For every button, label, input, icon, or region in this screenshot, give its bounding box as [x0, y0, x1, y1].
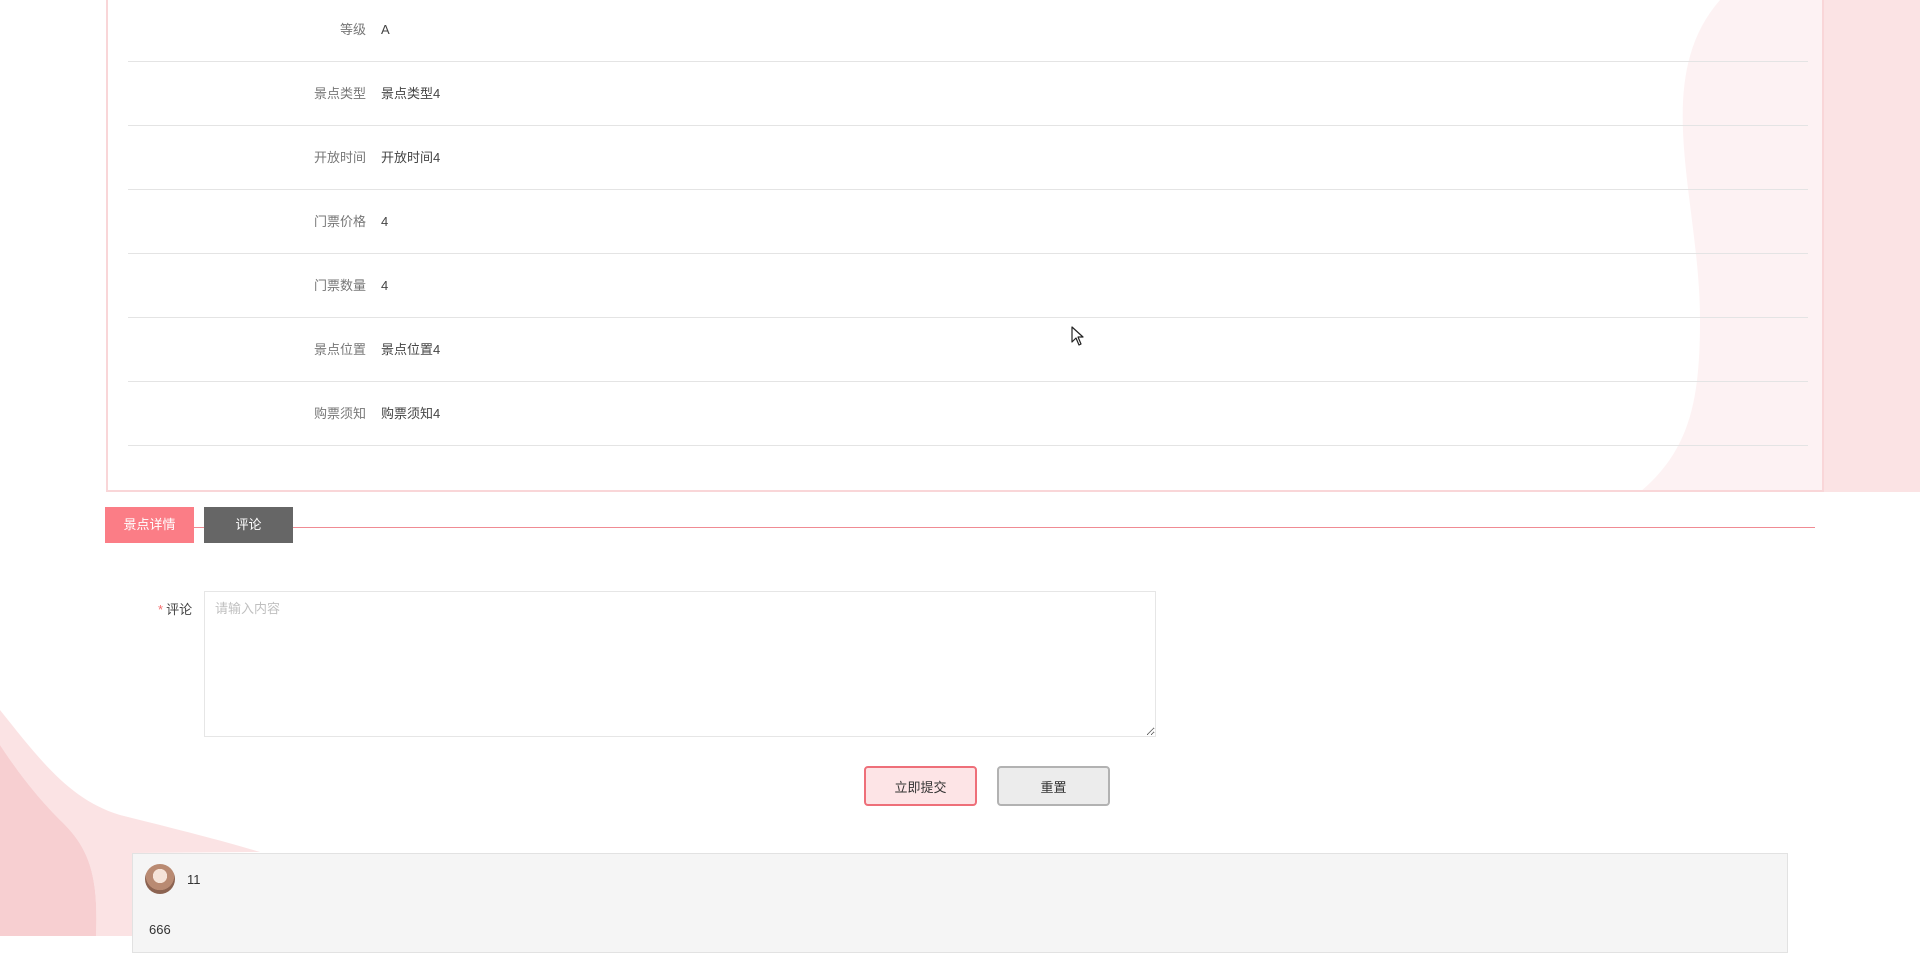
tabs-divider	[105, 527, 1815, 528]
detail-value: A	[381, 22, 390, 37]
detail-value: 4	[381, 278, 389, 293]
comment-textarea[interactable]	[204, 591, 1156, 737]
detail-value: 开放时间4	[381, 150, 441, 165]
detail-row-ticket-notice: 购票须知 购票须知4	[128, 382, 1808, 446]
comment-username: 11	[187, 872, 201, 887]
detail-row-ticket-price: 门票价格 4	[128, 190, 1808, 254]
detail-row-location: 景点位置 景点位置4	[128, 318, 1808, 382]
detail-row-level: 等级 A	[128, 0, 1808, 62]
detail-tabs: 景点详情 评论	[105, 507, 1815, 543]
detail-label: 门票数量	[313, 278, 366, 293]
left-wave-fill	[0, 745, 97, 936]
detail-value: 景点类型4	[381, 86, 441, 101]
submit-button[interactable]: 立即提交	[864, 766, 977, 806]
detail-row-open-time: 开放时间 开放时间4	[128, 126, 1808, 190]
detail-label: 购票须知	[313, 406, 366, 421]
required-mark: *	[158, 602, 164, 617]
tab-scenic-detail[interactable]: 景点详情	[105, 507, 194, 543]
comment-field-label: * 评论	[158, 599, 192, 618]
scenic-detail-card: 等级 A 景点类型 景点类型4 开放时间 开放时间4 门票价格 4 门票数量 4…	[106, 0, 1824, 492]
tab-comment[interactable]: 评论	[204, 507, 293, 543]
detail-value: 景点位置4	[381, 342, 441, 357]
detail-label: 景点位置	[313, 342, 366, 357]
comment-label-text: 评论	[166, 602, 193, 617]
detail-label: 等级	[339, 22, 366, 37]
mouse-cursor-icon	[1071, 326, 1084, 346]
reset-button[interactable]: 重置	[997, 766, 1110, 806]
comment-item: 11 666	[132, 853, 1788, 953]
detail-value: 4	[381, 214, 389, 229]
detail-label: 景点类型	[313, 86, 366, 101]
detail-row-type: 景点类型 景点类型4	[128, 62, 1808, 126]
detail-row-ticket-count: 门票数量 4	[128, 254, 1808, 318]
detail-label: 开放时间	[313, 150, 366, 165]
detail-label: 门票价格	[313, 214, 366, 229]
comment-content: 666	[149, 922, 171, 937]
avatar	[145, 864, 175, 894]
detail-value: 购票须知4	[381, 406, 441, 421]
